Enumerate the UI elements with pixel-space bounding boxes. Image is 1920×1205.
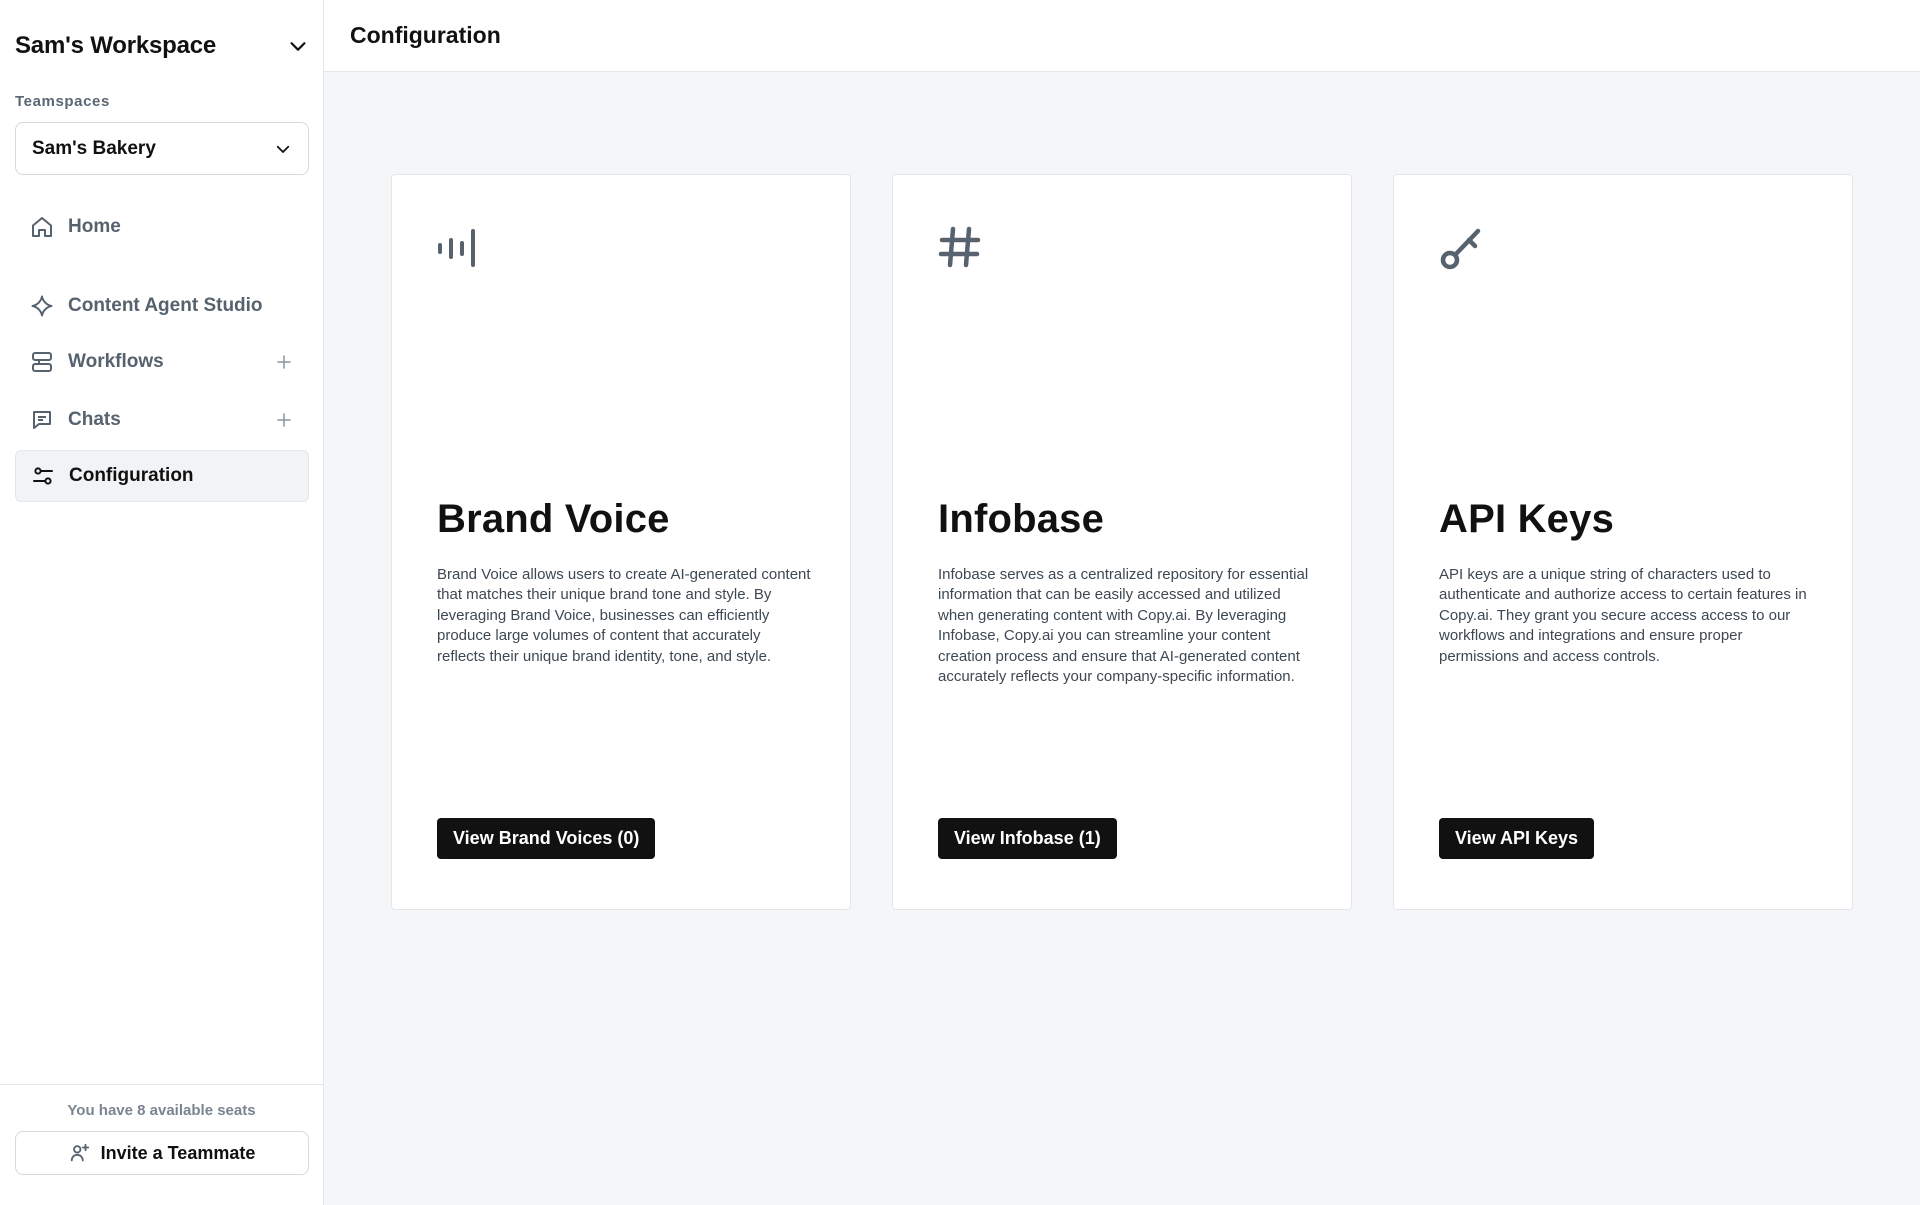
invite-teammate-label: Invite a Teammate: [100, 1142, 256, 1163]
workflow-icon: [30, 350, 54, 374]
view-infobase-button[interactable]: View Infobase (1): [938, 818, 1117, 859]
teamspace-select[interactable]: Sam's Bakery: [15, 122, 309, 175]
seats-available-text: You have 8 available seats: [67, 1102, 256, 1119]
teamspace-selected: Sam's Bakery: [32, 137, 156, 159]
sidebar-item-workflows[interactable]: Workflows: [15, 336, 309, 388]
key-icon: [1440, 228, 1481, 270]
invite-teammate-button[interactable]: Invite a Teammate: [15, 1131, 309, 1175]
sidebar-item-label: Workflows: [68, 351, 164, 372]
sidebar-item-chats[interactable]: Chats: [15, 394, 309, 446]
card-description: Infobase serves as a centralized reposit…: [938, 566, 1309, 686]
view-brand-voices-button[interactable]: View Brand Voices (0): [437, 818, 656, 859]
sidebar-footer: You have 8 available seats Invite a Team…: [0, 1084, 323, 1205]
page-title: Configuration: [350, 22, 501, 48]
workspace-switcher[interactable]: Sam's Workspace: [15, 28, 309, 64]
app-root: Sam's Workspace Teamspaces Sam's Bakery …: [0, 0, 1920, 1205]
chevron-down-icon: [290, 42, 306, 51]
card-title: Infobase: [938, 497, 1105, 541]
audio-bars-icon: [438, 229, 475, 267]
workspace-name: Sam's Workspace: [15, 32, 217, 59]
add-user-icon: [70, 1143, 89, 1162]
top-bar: Configuration: [324, 0, 1920, 72]
hash-icon: [938, 226, 981, 268]
card-title: API Keys: [1439, 497, 1615, 541]
sidebar-item-label: Configuration: [69, 465, 194, 486]
sidebar-item-label: Home: [68, 216, 121, 237]
card-description: Brand Voice allows users to create AI-ge…: [437, 566, 811, 665]
chevron-down-icon: [276, 145, 290, 153]
api-keys-card: API Keys API keys are a unique string of…: [1393, 174, 1853, 910]
sidebar: Sam's Workspace Teamspaces Sam's Bakery …: [0, 0, 324, 1205]
teamspaces-label: Teamspaces: [15, 93, 110, 110]
sidebar-item-content-agent-studio[interactable]: Content Agent Studio: [15, 280, 309, 332]
sparkle-icon: [30, 294, 54, 318]
brand-voice-card: Brand Voice Brand Voice allows users to …: [391, 174, 851, 910]
home-icon: [30, 215, 54, 239]
card-description: API keys are a unique string of characte…: [1439, 566, 1807, 665]
sidebar-item-label: Chats: [68, 409, 121, 430]
main-content: Configuration Brand Voice Brand Voice al…: [324, 0, 1920, 1205]
chat-icon: [30, 408, 54, 432]
sliders-icon: [31, 464, 55, 488]
view-api-keys-button[interactable]: View API Keys: [1439, 818, 1595, 859]
add-workflow-button[interactable]: [271, 349, 297, 375]
infobase-card: Infobase Infobase serves as a centralize…: [892, 174, 1352, 910]
sidebar-item-label: Content Agent Studio: [68, 295, 263, 316]
add-chat-button[interactable]: [271, 407, 297, 433]
plus-icon: [277, 413, 291, 427]
sidebar-item-home[interactable]: Home: [15, 201, 309, 253]
card-title: Brand Voice: [437, 497, 670, 541]
sidebar-item-configuration[interactable]: Configuration: [15, 450, 309, 502]
plus-icon: [277, 355, 291, 369]
